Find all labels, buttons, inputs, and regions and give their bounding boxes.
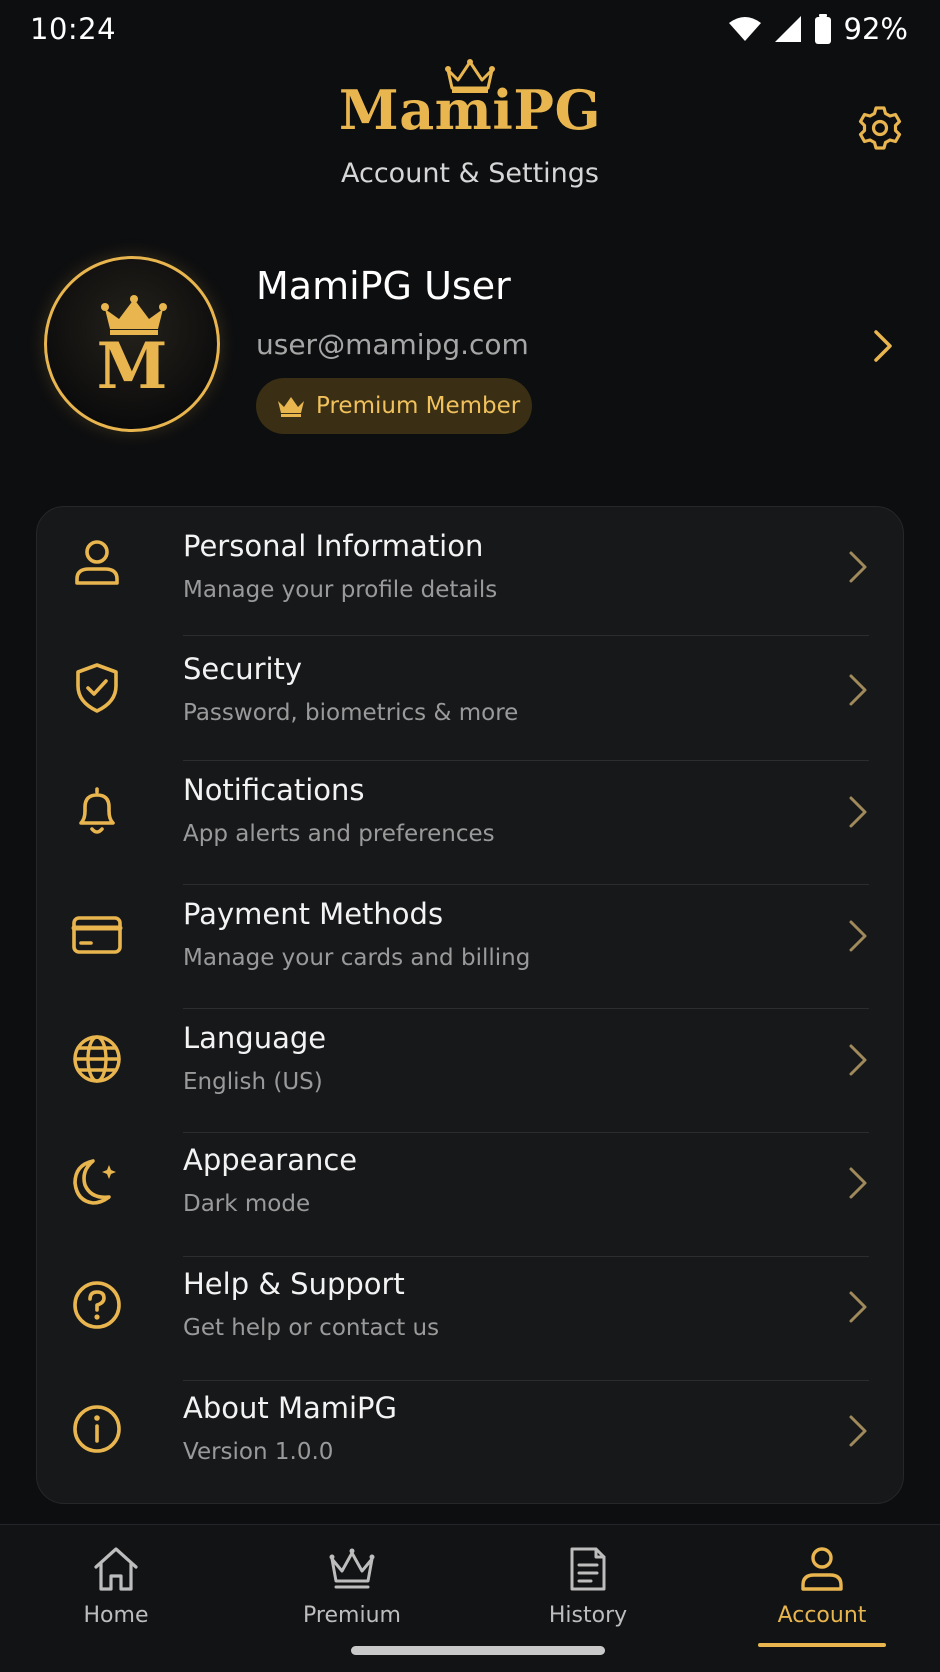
settings-item-subtitle: Version 1.0.0 [183, 1439, 334, 1465]
avatar: M [44, 256, 220, 432]
user-icon [75, 540, 119, 585]
chevron-right-icon [849, 1291, 867, 1323]
bell-icon [79, 787, 115, 834]
settings-item-subtitle: Dark mode [183, 1191, 311, 1217]
gear-icon[interactable] [856, 104, 904, 152]
settings-list: Personal Information Manage your profile… [36, 506, 904, 1504]
settings-item-notifications[interactable]: Notifications App alerts and preferences [37, 761, 903, 884]
chevron-right-icon [849, 1167, 867, 1199]
settings-item-subtitle: English (US) [183, 1069, 323, 1095]
chevron-right-icon [849, 1415, 867, 1447]
settings-item-subtitle: Manage your profile details [183, 577, 498, 603]
shield-check-icon [76, 663, 118, 713]
crown-icon [278, 397, 304, 417]
settings-item-title: Security [183, 652, 303, 686]
settings-item-title: Help & Support [183, 1267, 405, 1301]
settings-item-title: Language [183, 1021, 327, 1055]
premium-badge: Premium Member [256, 378, 532, 434]
chevron-right-icon [849, 1044, 867, 1076]
settings-item-subtitle: Get help or contact us [183, 1315, 440, 1341]
globe-icon [73, 1035, 121, 1083]
settings-item-help-support[interactable]: Help & Support Get help or contact us [37, 1257, 903, 1380]
settings-item-subtitle: Manage your cards and billing [183, 945, 531, 971]
chevron-right-icon [849, 551, 867, 583]
nav-label: Premium [303, 1603, 401, 1628]
wifi-icon [728, 17, 761, 41]
settings-item-personal-information[interactable]: Personal Information Manage your profile… [37, 507, 903, 630]
settings-item-appearance[interactable]: Appearance Dark mode [37, 1133, 903, 1256]
app-logo: MamiPG [338, 78, 602, 142]
nav-premium[interactable]: Premium [272, 1539, 432, 1639]
settings-item-title: About MamiPG [183, 1391, 398, 1425]
home-indicator[interactable] [351, 1646, 605, 1655]
nav-home[interactable]: Home [36, 1539, 196, 1639]
profile-section[interactable]: M MamiPG User user@mamipg.com Premium Me… [0, 250, 940, 440]
settings-item-title: Personal Information [183, 529, 484, 563]
battery-icon [814, 14, 831, 44]
premium-badge-label: Premium Member [316, 393, 521, 419]
status-indicators: 92% [728, 12, 908, 46]
status-bar: 10:24 92% [0, 0, 940, 58]
nav-account[interactable]: Account [742, 1539, 902, 1647]
chevron-right-icon[interactable] [868, 326, 898, 366]
settings-item-payment-methods[interactable]: Payment Methods Manage your cards and bi… [37, 885, 903, 1008]
settings-item-title: Payment Methods [183, 897, 444, 931]
page-subtitle: Account & Settings [341, 158, 599, 189]
nav-history[interactable]: History [508, 1539, 668, 1639]
settings-item-subtitle: App alerts and preferences [183, 821, 495, 847]
chevron-right-icon [849, 920, 867, 952]
settings-item-subtitle: Password, biometrics & more [183, 700, 519, 726]
profile-name: MamiPG User [256, 264, 511, 308]
home-icon [94, 1547, 138, 1591]
header: MamiPG Account & Settings [0, 58, 940, 208]
settings-item-language[interactable]: Language English (US) [37, 1009, 903, 1132]
document-icon [570, 1547, 606, 1591]
user-icon [801, 1547, 843, 1591]
profile-email: user@mamipg.com [256, 328, 529, 361]
battery-percent: 92% [843, 12, 908, 46]
moon-icon [73, 1159, 116, 1205]
chevron-right-icon [849, 796, 867, 828]
settings-item-about[interactable]: About MamiPG Version 1.0.0 [37, 1381, 903, 1503]
chevron-right-icon [849, 674, 867, 706]
signal-icon [774, 16, 801, 42]
avatar-letter: M [96, 329, 168, 404]
nav-label: History [548, 1603, 628, 1628]
crown-icon [329, 1548, 375, 1589]
info-icon [73, 1405, 121, 1453]
nav-label: Home [83, 1603, 149, 1628]
settings-item-title: Appearance [183, 1143, 358, 1177]
settings-item-title: Notifications [183, 773, 365, 807]
nav-label: Account [777, 1603, 867, 1628]
active-tab-indicator [758, 1643, 886, 1647]
status-time: 10:24 [30, 12, 117, 46]
credit-card-icon [71, 916, 123, 954]
settings-item-security[interactable]: Security Password, biometrics & more [37, 636, 903, 759]
help-circle-icon [73, 1281, 121, 1329]
